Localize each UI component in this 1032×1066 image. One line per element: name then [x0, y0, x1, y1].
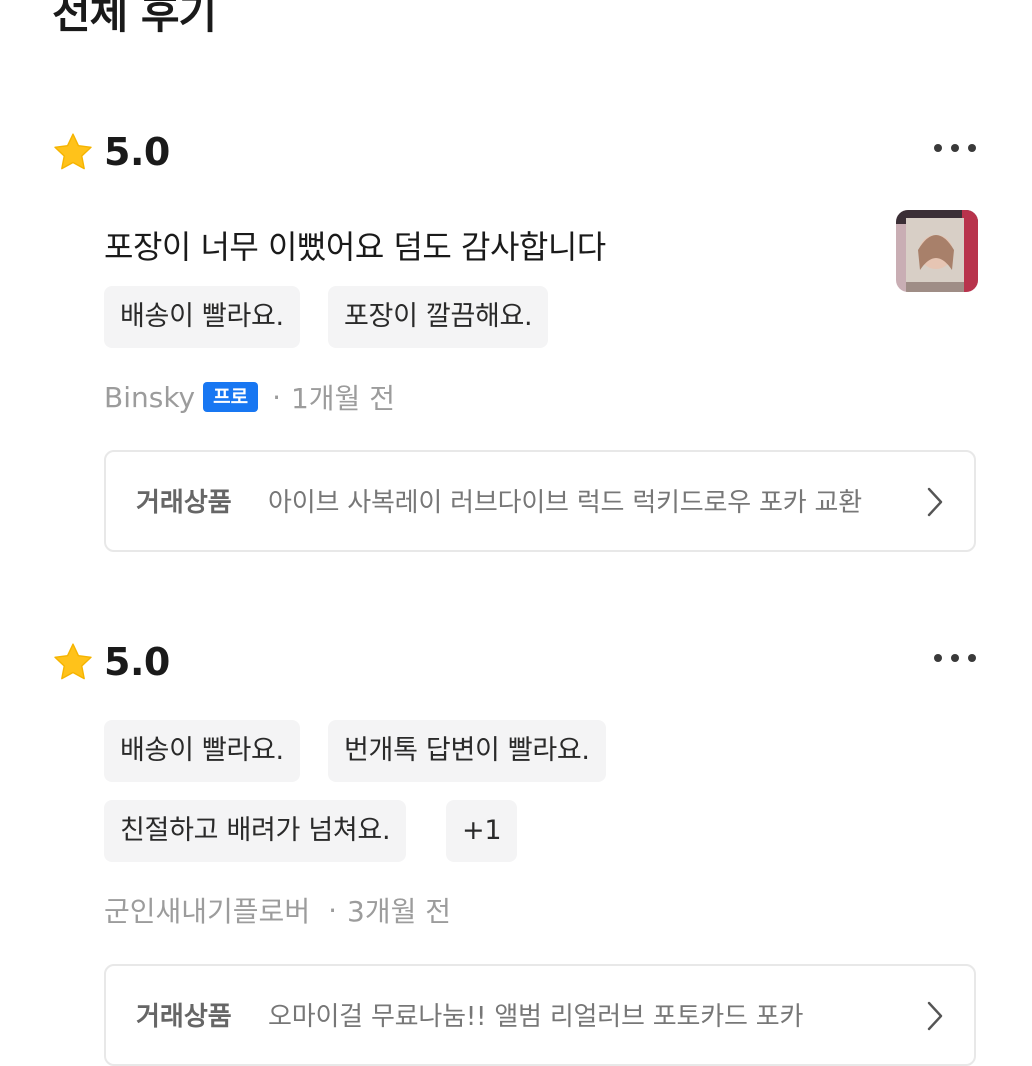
rating-score: 5.0	[104, 640, 170, 684]
author-name[interactable]: Binsky	[104, 381, 195, 414]
more-icon[interactable]	[934, 654, 976, 662]
rating: 5.0	[52, 130, 170, 174]
meta-separator: ·	[272, 380, 281, 414]
star-icon	[54, 643, 92, 680]
item-name: 오마이걸 무료나눔!! 앨범 리얼러브 포토카드 포카	[268, 1002, 804, 1032]
review-time: 3개월 전	[347, 895, 451, 928]
author-name[interactable]: 군인새내기플로버	[104, 890, 310, 930]
review-tag: 배송이 빨라요.	[104, 286, 300, 348]
pro-badge: 프로	[203, 382, 259, 412]
review-tag: 친절하고 배려가 넘쳐요.	[104, 800, 407, 862]
rating-score: 5.0	[104, 130, 170, 174]
review-meta: Binsky 프로 · 1개월 전	[104, 377, 395, 417]
meta-separator: ·	[328, 893, 337, 927]
page-title: 전체 후기	[52, 0, 217, 38]
item-name: 아이브 사복레이 러브다이브 럭드 럭키드로우 포카 교환	[268, 488, 862, 518]
star-icon	[54, 133, 92, 170]
review-text: 포장이 너무 이뻤어요 덤도 감사합니다	[104, 228, 606, 266]
chevron-right-icon	[927, 487, 943, 517]
review-meta: 군인새내기플로버 · 3개월 전	[104, 890, 451, 930]
item-label: 거래상품	[136, 488, 232, 518]
item-label: 거래상품	[136, 1002, 232, 1032]
review-card: 5.0 포장이 너무 이뻤어요 덤도 감사합니다 배송이 빨라요. 포장이 깔끔…	[0, 130, 1032, 560]
review-tag: 번개톡 답변이 빨라요.	[328, 720, 606, 782]
review-card: 5.0 배송이 빨라요. 번개톡 답변이 빨라요. 친절하고 배려가 넘쳐요. …	[0, 640, 1032, 1066]
traded-item-link[interactable]: 거래상품 아이브 사복레이 러브다이브 럭드 럭키드로우 포카 교환	[104, 450, 976, 552]
more-icon[interactable]	[934, 144, 976, 152]
review-tag: 배송이 빨라요.	[104, 720, 300, 782]
rating: 5.0	[52, 640, 170, 684]
review-tag[interactable]: +1	[446, 800, 518, 862]
review-photo[interactable]	[896, 210, 978, 292]
review-tag: 포장이 깔끔해요.	[328, 286, 549, 348]
review-time: 1개월 전	[290, 382, 395, 415]
traded-item-link[interactable]: 거래상품 오마이걸 무료나눔!! 앨범 리얼러브 포토카드 포카	[104, 964, 976, 1066]
chevron-right-icon	[927, 1001, 943, 1031]
